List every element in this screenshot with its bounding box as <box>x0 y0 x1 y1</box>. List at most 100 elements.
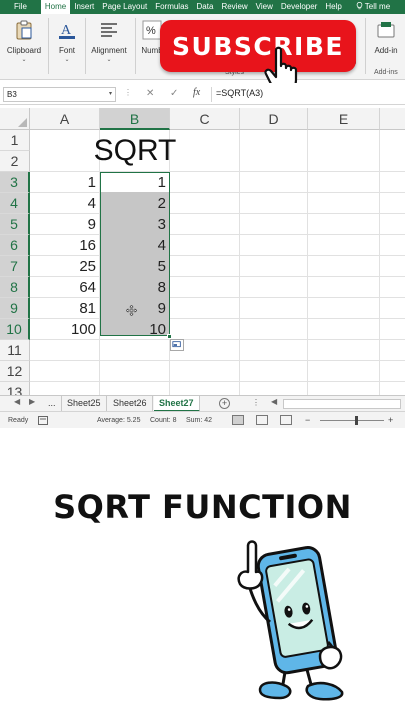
title-cell[interactable]: SQRT <box>92 130 178 170</box>
column-header-c[interactable]: C <box>170 108 240 130</box>
cell-b8[interactable]: 8 <box>100 277 170 298</box>
cell-b6[interactable]: 4 <box>100 235 170 256</box>
status-sum: Sum: 42 <box>186 417 213 424</box>
cell-a9[interactable]: 81 <box>30 298 100 319</box>
cell-a5[interactable]: 9 <box>30 214 100 235</box>
name-box[interactable]: B3 ▾ <box>3 87 116 102</box>
column-header-d[interactable]: D <box>240 108 308 130</box>
tab-file[interactable]: File <box>0 0 41 14</box>
chevron-down-icon: ⌄ <box>21 57 27 63</box>
row-header-3[interactable]: 3 <box>0 172 30 193</box>
name-box-value: B3 <box>7 90 17 99</box>
cell-a4[interactable]: 4 <box>30 193 100 214</box>
cell-b10[interactable]: 10 <box>100 319 170 340</box>
sheet-tab-sheet26[interactable]: Sheet26 <box>108 396 153 412</box>
chevron-down-icon[interactable]: ▾ <box>109 88 112 101</box>
row-header-12[interactable]: 12 <box>0 361 30 382</box>
row-header-4[interactable]: 4 <box>0 193 30 214</box>
addin-icon <box>377 22 395 38</box>
row-header-13[interactable]: 13 <box>0 382 30 395</box>
clipboard-label: Clipboard <box>6 46 42 55</box>
gridline <box>30 360 405 361</box>
tell-me-search[interactable]: Tell me <box>352 0 394 14</box>
more-sheets-button[interactable]: ... <box>43 396 62 412</box>
row-header-2[interactable]: 2 <box>0 151 30 172</box>
sheet-tab-sheet27[interactable]: Sheet27 <box>154 396 200 412</box>
tell-me-label: Tell me <box>364 2 391 11</box>
normal-view-icon[interactable] <box>232 415 244 425</box>
cell-a10[interactable]: 100 <box>30 319 100 340</box>
column-header-f[interactable] <box>380 108 405 130</box>
tab-data[interactable]: Data <box>193 0 218 14</box>
subscribe-banner[interactable]: SUBSCRIBE <box>160 20 356 72</box>
horizontal-scrollbar[interactable] <box>283 399 401 409</box>
column-header-a[interactable]: A <box>30 108 100 130</box>
formula-divider <box>211 87 212 102</box>
row-header-8[interactable]: 8 <box>0 277 30 298</box>
column-header-e[interactable]: E <box>308 108 380 130</box>
row-header-11[interactable]: 11 <box>0 340 30 361</box>
page-break-view-icon[interactable] <box>280 415 292 425</box>
zoom-out-icon[interactable]: − <box>305 415 310 425</box>
addins-group-label: Add-ins <box>374 69 398 76</box>
ribbon-divider <box>85 18 86 74</box>
add-sheet-icon[interactable]: + <box>219 398 230 409</box>
next-sheet-icon[interactable]: ▶ <box>29 397 35 406</box>
cell-b7[interactable]: 5 <box>100 256 170 277</box>
tab-view[interactable]: View <box>252 0 277 14</box>
cell-a7[interactable]: 25 <box>30 256 100 277</box>
formula-bar: B3 ▾ ⋮ ✕ ✓ fx =SQRT(A3) <box>0 83 405 105</box>
svg-text:%: % <box>146 25 156 37</box>
ribbon-divider <box>135 18 136 74</box>
sheet-tab-sheet25[interactable]: Sheet25 <box>62 396 107 412</box>
formula-bar-grip[interactable]: ⋮ <box>124 88 132 97</box>
tab-insert[interactable]: Insert <box>70 0 98 14</box>
row-header-7[interactable]: 7 <box>0 256 30 277</box>
tab-page-layout[interactable]: Page Layout <box>98 0 151 14</box>
row-header-6[interactable]: 6 <box>0 235 30 256</box>
font-group[interactable]: A Font ⌄ <box>52 16 82 78</box>
row-header-5[interactable]: 5 <box>0 214 30 235</box>
gridline <box>30 381 405 382</box>
column-header-b[interactable]: B <box>100 108 170 130</box>
status-count: Count: 8 <box>150 417 177 424</box>
clipboard-group[interactable]: Clipboard ⌄ <box>4 16 44 78</box>
status-ready: Ready <box>8 417 29 424</box>
zoom-slider[interactable] <box>320 420 384 421</box>
enter-icon[interactable]: ✓ <box>170 88 178 99</box>
cell-b4[interactable]: 2 <box>100 193 170 214</box>
zoom-slider-thumb[interactable] <box>355 416 358 425</box>
ribbon-tab-bar: File Home Insert Page Layout Formulas Da… <box>0 0 405 14</box>
chevron-down-icon: ⌄ <box>64 57 70 63</box>
cell-a6[interactable]: 16 <box>30 235 100 256</box>
tab-scroll-grip[interactable]: ⋮ <box>252 398 260 407</box>
chevron-down-icon: ⌄ <box>106 57 112 63</box>
quick-analysis-button[interactable] <box>170 339 184 351</box>
row-header-10[interactable]: 10 <box>0 319 30 340</box>
accessibility-icon[interactable] <box>38 416 48 425</box>
zoom-in-icon[interactable]: + <box>388 415 393 425</box>
prev-sheet-icon[interactable]: ◀ <box>14 397 20 406</box>
scroll-left-icon[interactable]: ◀ <box>271 397 277 406</box>
cancel-icon[interactable]: ✕ <box>146 88 154 99</box>
formula-input[interactable]: =SQRT(A3) <box>216 88 263 98</box>
tab-home[interactable]: Home <box>40 0 71 14</box>
insert-function-button[interactable]: fx <box>193 87 200 98</box>
subscribe-label: SUBSCRIBE <box>172 31 344 61</box>
clipboard-icon <box>16 20 32 40</box>
cell-a3[interactable]: 1 <box>30 172 100 193</box>
cell-a8[interactable]: 64 <box>30 277 100 298</box>
tab-help[interactable]: Help <box>321 0 345 14</box>
worksheet-grid[interactable]: A B C D E 1 2 3 4 5 6 7 8 9 10 11 12 13 … <box>0 108 405 395</box>
cell-b5[interactable]: 3 <box>100 214 170 235</box>
select-all-button[interactable] <box>0 108 30 130</box>
cell-b3[interactable]: 1 <box>100 172 170 193</box>
tab-developer[interactable]: Developer <box>277 0 321 14</box>
tab-review[interactable]: Review <box>217 0 251 14</box>
alignment-group[interactable]: Alignment ⌄ <box>89 16 129 78</box>
row-header-9[interactable]: 9 <box>0 298 30 319</box>
tab-formulas[interactable]: Formulas <box>151 0 192 14</box>
page-layout-view-icon[interactable] <box>256 415 268 425</box>
font-label: Font <box>58 46 75 55</box>
row-header-1[interactable]: 1 <box>0 130 30 151</box>
